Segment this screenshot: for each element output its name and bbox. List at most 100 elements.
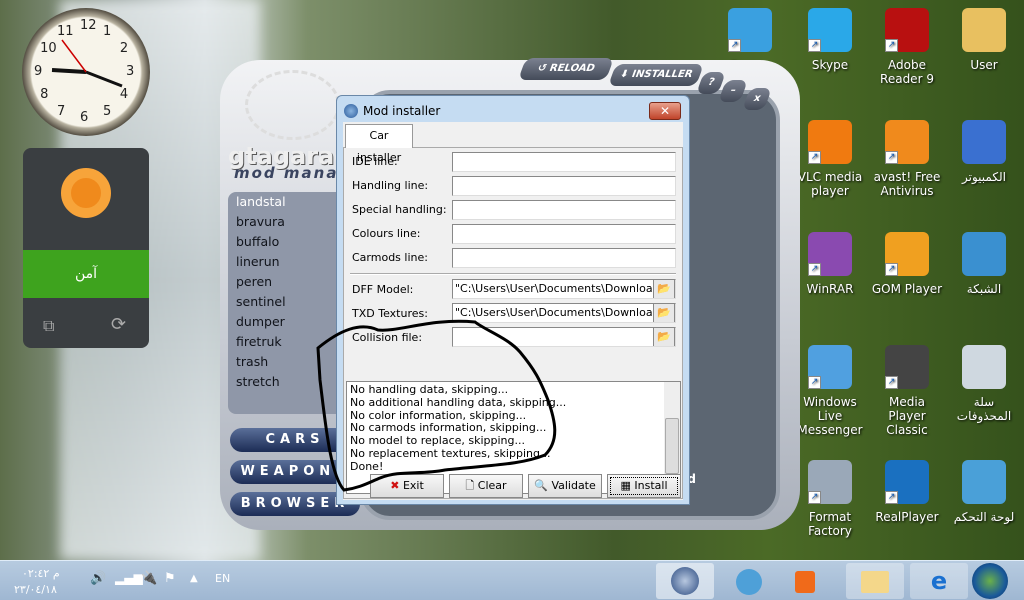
user-folder-icon <box>962 8 1006 52</box>
file-path-field[interactable]: "C:\Users\User\Documents\Downloads\ 📂 <box>452 279 676 299</box>
realplayer-icon: ↗ <box>885 460 929 504</box>
car-list-item[interactable]: sentinel <box>228 292 338 312</box>
power-icon[interactable]: 🔌 <box>141 571 157 586</box>
shortcut-arrow-icon: ↗ <box>808 263 821 276</box>
file-path-field[interactable]: 📂 <box>452 327 676 347</box>
x-icon: ✖ <box>390 479 400 492</box>
validate-button[interactable]: 🔍 Validate <box>528 474 602 498</box>
desktop-icon[interactable]: ↗ Adobe Reader 9 <box>869 8 945 86</box>
desktop-icon[interactable]: ↗ avast! Free Antivirus <box>869 120 945 198</box>
network-signal-icon[interactable]: ▂▄▆ <box>115 571 143 585</box>
vlc-icon: ↗ <box>808 120 852 164</box>
desktop-icon-label: سلة المحذوفات <box>956 395 1012 423</box>
desktop-icon[interactable]: سلة المحذوفات <box>946 345 1022 423</box>
play-icon <box>795 571 815 593</box>
start-button[interactable] <box>972 563 1008 599</box>
desktop-icon[interactable]: ↗ VLC media player <box>792 120 868 198</box>
taskbar-mod-manager[interactable] <box>656 563 714 599</box>
taskbar-media-player[interactable] <box>776 563 834 599</box>
clock-number: 12 <box>80 18 97 33</box>
desktop-icon[interactable]: الكمبيوتر <box>946 120 1022 184</box>
show-hidden-icons[interactable]: ▲ <box>190 573 198 584</box>
open-folder-icon[interactable]: 📂 <box>653 328 675 346</box>
avast-icon: ↗ <box>885 120 929 164</box>
install-icon: ▦ <box>620 479 631 492</box>
taskbar-messenger[interactable] <box>720 563 778 599</box>
ie-icon: e <box>930 567 948 595</box>
field-label: Handling line: <box>352 179 429 192</box>
avast-gadget[interactable]: آمن ⧉ ⟳ <box>23 148 149 348</box>
clock-time[interactable]: م ٠٢:٤٢ <box>22 567 60 580</box>
desktop-icon[interactable]: ↗ Windows Live Messenger <box>792 345 868 437</box>
text-field[interactable] <box>452 176 676 196</box>
desktop-icon[interactable]: ↗ RealPlayer <box>869 460 945 524</box>
taskbar-explorer[interactable] <box>846 563 904 599</box>
clock-gadget[interactable]: 12 1 2 3 4 5 6 7 8 9 10 11 <box>22 8 150 136</box>
desktop-icon-label: لوحة التحكم <box>953 510 1015 524</box>
reload-button[interactable]: ↺ RELOAD <box>517 58 615 80</box>
text-field[interactable] <box>452 152 676 172</box>
desktop-icon[interactable]: الشبكة <box>946 232 1022 296</box>
install-button[interactable]: ▦ Install <box>607 474 681 498</box>
clock-number: 3 <box>126 64 135 79</box>
gtagarage-logo <box>245 70 340 140</box>
format-factory-icon: ↗ <box>808 460 852 504</box>
desktop-icon[interactable]: ↗ WinRAR <box>792 232 868 296</box>
exit-button[interactable]: ✖ Exit <box>370 474 444 498</box>
taskbar-internet-explorer[interactable]: e <box>910 563 968 599</box>
magnifier-icon: 🔍 <box>534 479 548 492</box>
clock-number: 6 <box>80 110 89 125</box>
desktop-icon-label: RealPlayer <box>875 510 939 524</box>
gear-icon <box>671 567 699 595</box>
car-list[interactable]: landstal bravura buffalo linerun peren sentin… <box>228 192 338 414</box>
refresh-icon[interactable]: ⟳ <box>111 314 126 335</box>
action-center-flag-icon[interactable]: ⚑ <box>164 571 176 586</box>
text-field[interactable] <box>452 200 676 220</box>
messenger-icon <box>736 569 762 595</box>
car-list-item[interactable]: landstal <box>228 192 338 212</box>
clear-button[interactable]: 🗋 Clear <box>449 474 523 498</box>
installer-button[interactable]: ⬇ INSTALLER <box>607 64 705 86</box>
validate-label: Validate <box>551 479 596 492</box>
car-list-item[interactable]: bravura <box>228 212 338 232</box>
car-list-item[interactable]: trash <box>228 352 338 372</box>
messenger-icon: ↗ <box>808 345 852 389</box>
desktop-icon[interactable]: ↗ Format Factory <box>792 460 868 538</box>
shortcut-arrow-icon: ↗ <box>808 151 821 164</box>
desktop-icon-label: Format Factory <box>808 510 852 538</box>
network-icon <box>962 232 1006 276</box>
desktop-icon[interactable]: ↗ GOM Player <box>869 232 945 296</box>
shortcut-arrow-icon: ↗ <box>885 376 898 389</box>
volume-icon[interactable]: 🔊 <box>90 571 106 586</box>
car-list-item[interactable]: dumper <box>228 312 338 332</box>
desktop-icon-label: Skype <box>811 58 849 72</box>
text-field[interactable] <box>452 224 676 244</box>
dialog-close-button[interactable]: ✕ <box>649 102 681 120</box>
clock-number: 8 <box>40 87 49 102</box>
clock-date[interactable]: ٢٣/٠٤/١٨ <box>14 583 57 596</box>
desktop-icon[interactable]: ↗ Skype <box>792 8 868 72</box>
open-folder-icon[interactable]: 📂 <box>653 304 675 322</box>
car-list-item[interactable]: peren <box>228 272 338 292</box>
car-list-item[interactable]: firetruk <box>228 332 338 352</box>
text-field[interactable] <box>452 248 676 268</box>
open-folder-icon[interactable]: 📂 <box>653 280 675 298</box>
document-icon: 🗋 <box>465 479 475 492</box>
expand-icon[interactable]: ⧉ <box>43 316 54 336</box>
car-list-item[interactable]: buffalo <box>228 232 338 252</box>
mpc-icon: ↗ <box>885 345 929 389</box>
tab-car-installer[interactable]: Car installer <box>345 124 413 164</box>
logo-subtitle: mod manag <box>234 164 344 182</box>
car-list-item[interactable]: linerun <box>228 252 338 272</box>
desktop-icon[interactable]: ↗ Media Player Classic <box>869 345 945 437</box>
file-label: DFF Model: <box>352 283 414 296</box>
language-indicator[interactable]: EN <box>215 572 230 585</box>
car-list-item[interactable]: stretch <box>228 372 338 392</box>
folder-icon <box>861 571 889 593</box>
clock-number: 9 <box>34 64 43 79</box>
file-path-field[interactable]: "C:\Users\User\Documents\Downloads\ 📂 <box>452 303 676 323</box>
desktop-icon[interactable]: لوحة التحكم <box>946 460 1022 524</box>
shortcut-arrow-icon: ↗ <box>885 491 898 504</box>
desktop-icon[interactable]: User <box>946 8 1022 72</box>
shortcut-arrow-icon: ↗ <box>808 39 821 52</box>
